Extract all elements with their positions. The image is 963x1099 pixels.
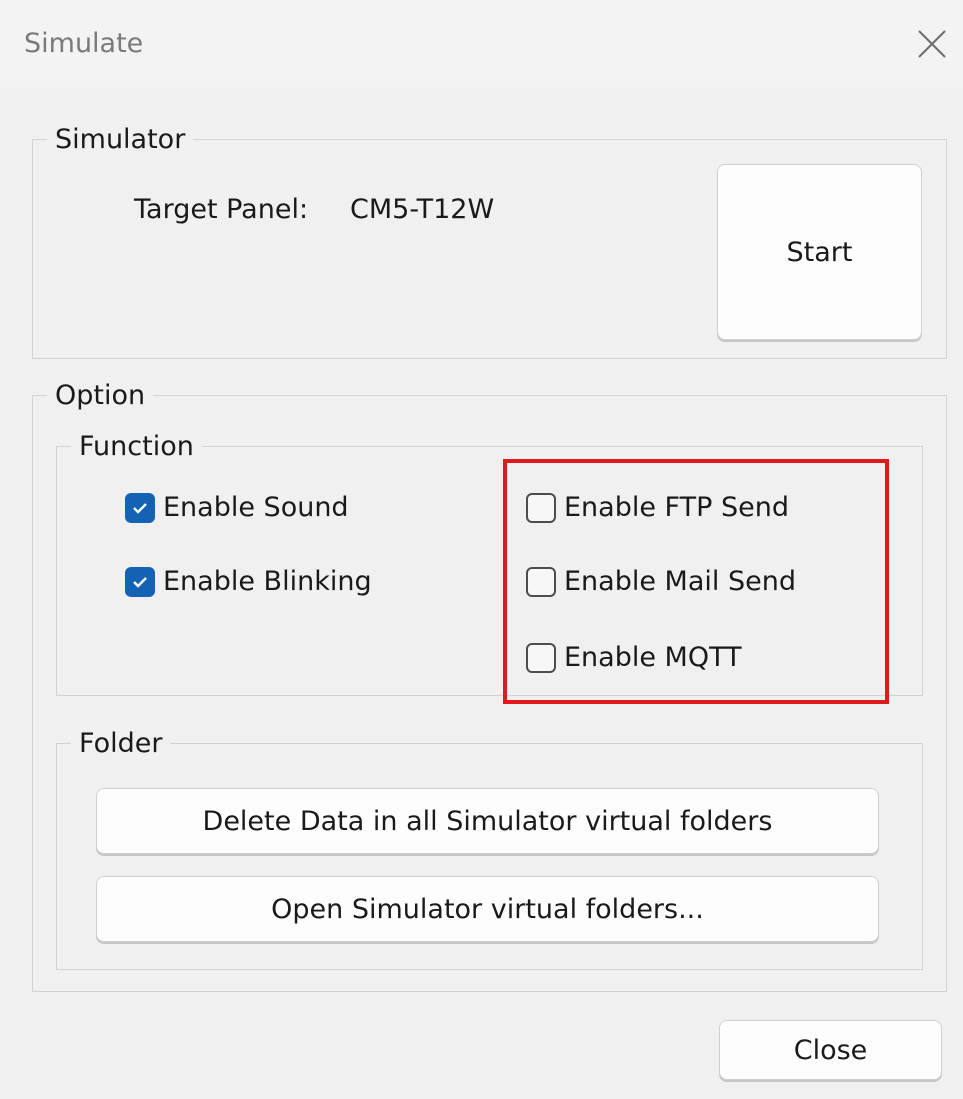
- open-folders-button[interactable]: Open Simulator virtual folders...: [96, 876, 879, 942]
- checkbox-checked-icon[interactable]: [125, 566, 155, 597]
- delete-data-button[interactable]: Delete Data in all Simulator virtual fol…: [96, 788, 879, 854]
- close-x-icon[interactable]: [914, 26, 950, 62]
- enable-blinking-checkbox[interactable]: Enable Blinking: [125, 566, 372, 597]
- title-bar: Simulate: [0, 0, 963, 88]
- option-legend: Option: [55, 380, 146, 411]
- enable-sound-label: Enable Sound: [163, 492, 349, 523]
- target-panel-label: Target Panel:: [134, 194, 309, 225]
- checkbox-checked-icon[interactable]: [125, 492, 155, 523]
- simulator-legend: Simulator: [55, 124, 186, 155]
- enable-blinking-label: Enable Blinking: [163, 566, 372, 597]
- enable-sound-checkbox[interactable]: Enable Sound: [125, 492, 349, 523]
- start-button[interactable]: Start: [717, 164, 922, 340]
- simulate-dialog: Simulate Simulator Target Panel: CM5-T12…: [0, 0, 963, 1099]
- close-button[interactable]: Close: [719, 1020, 942, 1080]
- window-title: Simulate: [24, 28, 144, 59]
- red-highlight-box: [503, 459, 889, 704]
- folder-legend: Folder: [79, 728, 163, 759]
- function-legend: Function: [79, 431, 194, 462]
- target-panel-value: CM5-T12W: [350, 194, 495, 225]
